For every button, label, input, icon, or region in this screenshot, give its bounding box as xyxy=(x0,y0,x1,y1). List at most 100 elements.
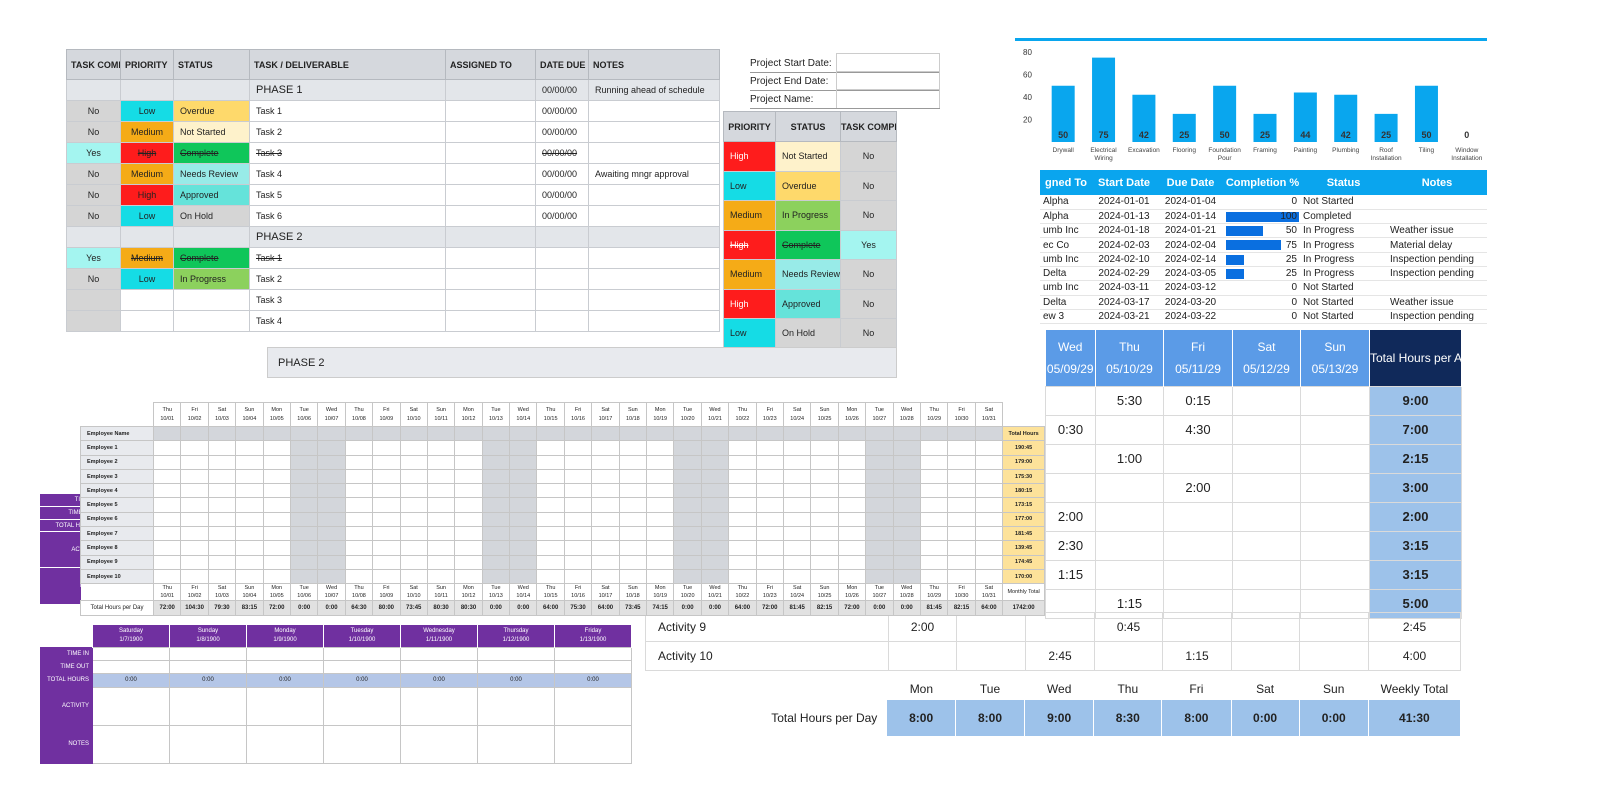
entry-cell[interactable] xyxy=(169,646,247,661)
hours-cell[interactable] xyxy=(454,468,483,485)
hours-cell[interactable] xyxy=(344,568,374,585)
hours-cell[interactable] xyxy=(481,468,511,485)
hours-cell[interactable] xyxy=(344,454,374,470)
hours-cell[interactable] xyxy=(399,440,428,456)
hours-cell[interactable] xyxy=(454,483,483,499)
hours-cell[interactable] xyxy=(782,511,812,528)
hours-cell[interactable] xyxy=(974,483,1004,499)
hours-cell[interactable] xyxy=(344,540,374,556)
entry-cell[interactable] xyxy=(92,659,170,674)
hours-cell[interactable] xyxy=(673,454,702,470)
hours-cell[interactable] xyxy=(372,468,401,485)
hours-cell[interactable] xyxy=(782,440,812,456)
hours-cell[interactable] xyxy=(919,554,949,570)
hours-cell[interactable] xyxy=(152,454,182,470)
hours-cell[interactable] xyxy=(317,497,346,513)
hours-cell[interactable] xyxy=(289,568,319,585)
hours-cell[interactable] xyxy=(317,540,346,556)
hours-cell[interactable] xyxy=(810,540,839,556)
hours-cell[interactable] xyxy=(289,511,319,528)
hours-cell[interactable] xyxy=(563,526,593,542)
hours-cell[interactable] xyxy=(591,511,620,528)
hours-cell[interactable] xyxy=(454,497,483,513)
hours-cell[interactable] xyxy=(426,526,456,542)
hours-cell[interactable] xyxy=(837,468,867,485)
hours-cell[interactable] xyxy=(646,468,675,485)
hours-cell[interactable] xyxy=(673,511,702,528)
hours-cell[interactable] xyxy=(837,454,867,470)
hours-cell[interactable] xyxy=(317,454,346,470)
hours-cell[interactable] xyxy=(646,440,675,456)
hours-cell[interactable] xyxy=(426,511,456,528)
hours-cell[interactable] xyxy=(509,483,538,499)
hours-cell[interactable] xyxy=(728,497,757,513)
hours-cell[interactable] xyxy=(399,568,428,585)
hours-cell[interactable] xyxy=(755,540,784,556)
hours-cell[interactable] xyxy=(700,454,730,470)
hours-cell[interactable] xyxy=(152,511,182,528)
hours-cell[interactable] xyxy=(755,454,784,470)
hours-cell[interactable] xyxy=(591,440,620,456)
hours-cell[interactable] xyxy=(646,454,675,470)
hours-cell[interactable] xyxy=(865,468,894,485)
hours-cell[interactable] xyxy=(618,554,648,570)
hours-cell[interactable] xyxy=(563,468,593,485)
hours-cell[interactable] xyxy=(563,540,593,556)
hours-cell[interactable] xyxy=(782,483,812,499)
hours-cell[interactable] xyxy=(865,497,894,513)
hours-cell[interactable] xyxy=(646,497,675,513)
hours-cell[interactable] xyxy=(207,526,237,542)
total-hours-cell[interactable]: 0:00 xyxy=(554,672,632,688)
hours-cell[interactable] xyxy=(755,554,784,570)
hours-cell[interactable] xyxy=(728,568,757,585)
hours-cell[interactable] xyxy=(262,497,291,513)
hours-cell[interactable] xyxy=(892,497,921,513)
hours-cell[interactable] xyxy=(509,568,538,585)
hours-cell[interactable] xyxy=(591,454,620,470)
hours-cell[interactable] xyxy=(974,540,1004,556)
hours-cell[interactable] xyxy=(947,468,976,485)
hours-cell[interactable] xyxy=(180,568,209,585)
hours-cell[interactable] xyxy=(399,497,428,513)
hours-cell[interactable] xyxy=(536,454,565,470)
hours-cell[interactable] xyxy=(372,511,401,528)
hours-cell[interactable] xyxy=(262,454,291,470)
entry-cell[interactable] xyxy=(400,646,478,661)
hours-cell[interactable] xyxy=(399,554,428,570)
entry-cell[interactable] xyxy=(323,659,401,674)
hours-cell[interactable] xyxy=(673,497,702,513)
hours-cell[interactable] xyxy=(317,511,346,528)
hours-cell[interactable] xyxy=(426,454,456,470)
hours-cell[interactable] xyxy=(947,554,976,570)
hours-cell[interactable] xyxy=(618,497,648,513)
hours-cell[interactable] xyxy=(207,454,237,470)
hours-cell[interactable] xyxy=(372,440,401,456)
hours-cell[interactable] xyxy=(919,440,949,456)
hours-cell[interactable] xyxy=(563,483,593,499)
hours-cell[interactable] xyxy=(426,540,456,556)
hours-cell[interactable] xyxy=(618,454,648,470)
hours-cell[interactable] xyxy=(755,468,784,485)
hours-cell[interactable] xyxy=(289,440,319,456)
hours-cell[interactable] xyxy=(399,511,428,528)
hours-cell[interactable] xyxy=(865,568,894,585)
hours-cell[interactable] xyxy=(454,440,483,456)
hours-cell[interactable] xyxy=(262,540,291,556)
hours-cell[interactable] xyxy=(180,540,209,556)
hours-cell[interactable] xyxy=(426,483,456,499)
hours-cell[interactable] xyxy=(235,554,264,570)
hours-cell[interactable] xyxy=(810,483,839,499)
hours-cell[interactable] xyxy=(591,497,620,513)
hours-cell[interactable] xyxy=(892,540,921,556)
hours-cell[interactable] xyxy=(344,483,374,499)
hours-cell[interactable] xyxy=(235,483,264,499)
hours-cell[interactable] xyxy=(317,554,346,570)
hours-cell[interactable] xyxy=(755,526,784,542)
hours-cell[interactable] xyxy=(317,440,346,456)
hours-cell[interactable] xyxy=(344,497,374,513)
hours-cell[interactable] xyxy=(454,568,483,585)
hours-cell[interactable] xyxy=(919,497,949,513)
hours-cell[interactable] xyxy=(207,440,237,456)
hours-cell[interactable] xyxy=(837,540,867,556)
hours-cell[interactable] xyxy=(700,526,730,542)
